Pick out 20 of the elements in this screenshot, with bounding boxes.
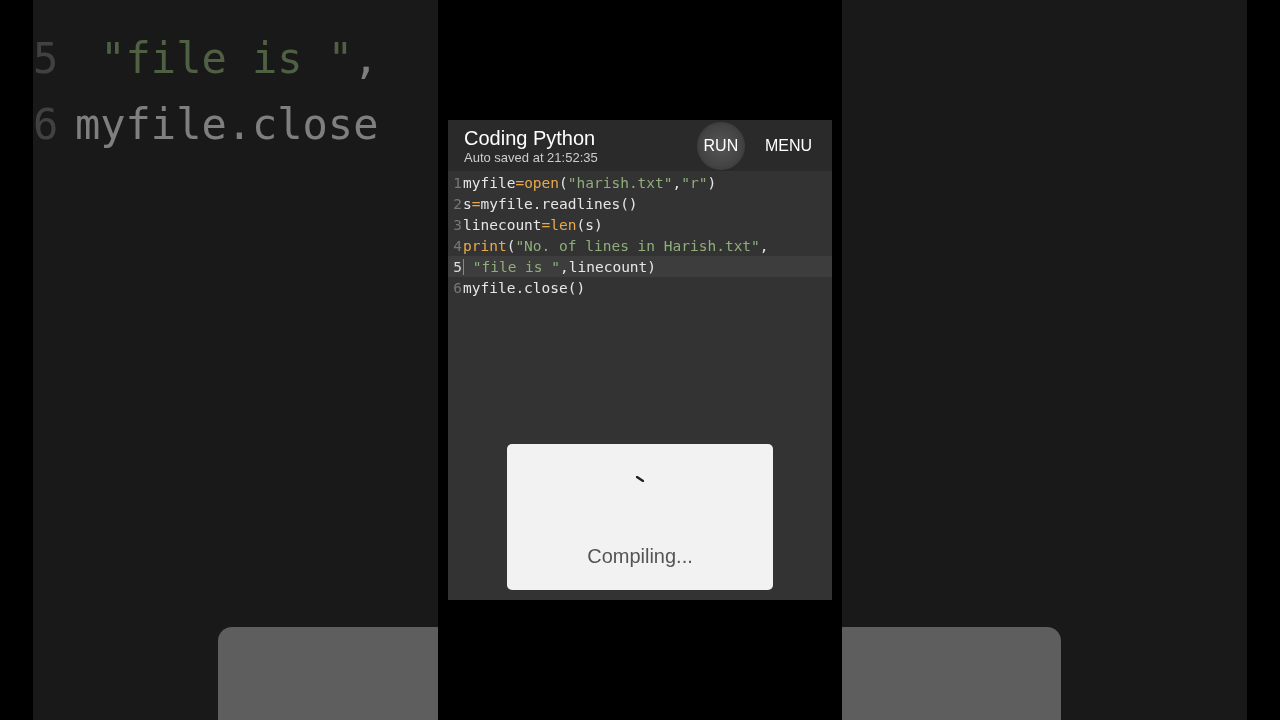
autosave-status: Auto saved at 21:52:35 (464, 150, 599, 165)
line-number: 3 (452, 216, 463, 233)
line-number: 2 (452, 195, 463, 212)
line-number: 5 (448, 258, 464, 275)
code-line: "file is ",linecount) (471, 258, 657, 275)
line-number: 6 (452, 279, 463, 296)
code-line: linecount=len(s) (463, 216, 603, 233)
line-number: 1 (452, 174, 463, 191)
dialog-message: Compiling... (587, 545, 693, 568)
action-button[interactable]: RUN (696, 121, 745, 170)
code-line: "file is ", (99, 33, 379, 83)
app-title: Coding Python (464, 126, 597, 150)
code-line: myfile.close (75, 99, 379, 149)
line-number: 4 (452, 237, 463, 254)
code-line: myfile=open("harish.txt","r") (463, 174, 717, 191)
code-line: print("No. of lines in Harish.txt", (463, 237, 769, 254)
spinner-icon (636, 476, 644, 482)
action-button[interactable]: MENU (756, 128, 820, 163)
code-line: myfile.close() (463, 279, 586, 296)
code-line: s=myfile.readlines() (463, 195, 638, 212)
